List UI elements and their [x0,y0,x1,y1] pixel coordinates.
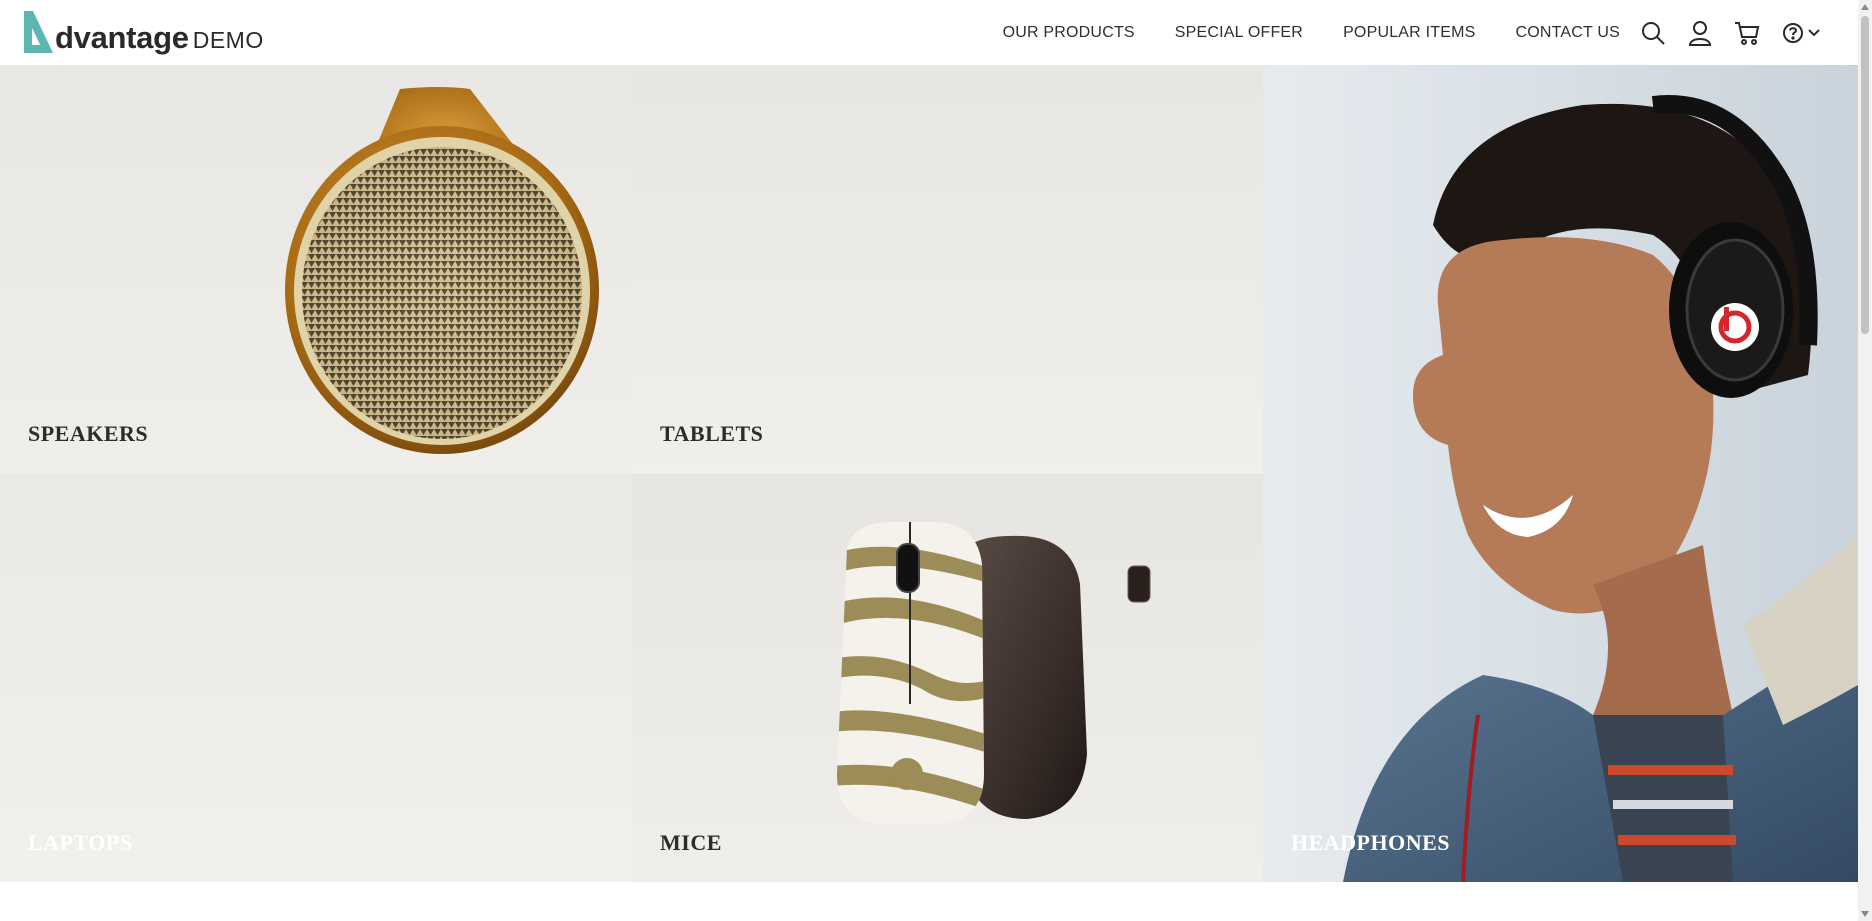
category-label: SPEAKERS [28,421,149,446]
main-nav: OUR PRODUCTS SPECIAL OFFER POPULAR ITEMS… [1003,0,1620,65]
page-bottom-area [0,882,1858,921]
category-tile-tablets[interactable]: TABLETS [632,65,1263,474]
cart-icon[interactable] [1734,20,1760,46]
vertical-scrollbar[interactable] [1858,0,1872,921]
category-label: HEADPHONES [1291,830,1451,855]
scrollbar-thumb[interactable] [1861,16,1869,334]
chevron-down-icon [1808,28,1820,36]
help-menu[interactable] [1782,22,1820,44]
headphones-model-image [1263,65,1858,882]
category-label: TABLETS [660,421,764,446]
help-icon [1783,22,1803,43]
nav-our-products[interactable]: OUR PRODUCTS [1003,24,1135,42]
search-icon[interactable] [1640,20,1666,46]
logo-mark-icon [22,9,56,55]
nav-contact-us[interactable]: CONTACT US [1515,24,1620,42]
category-tile-speakers[interactable]: SPEAKERS [0,65,632,474]
user-icon[interactable] [1688,20,1712,46]
category-label: LAPTOPS [28,830,133,855]
header-icons [1640,0,1820,65]
scroll-down-arrow-icon[interactable] [1861,911,1869,917]
scroll-up-arrow-icon[interactable] [1861,4,1869,10]
category-label: MICE [660,830,722,855]
category-tile-mice[interactable]: MICE [632,474,1263,882]
speaker-image [285,87,599,454]
category-tile-headphones[interactable]: HEADPHONES [1263,65,1858,882]
category-tile-laptops[interactable]: LAPTOPS [0,474,632,882]
nav-special-offer[interactable]: SPECIAL OFFER [1175,24,1303,42]
logo-suffix: DEMO [192,27,264,53]
brand-logo[interactable]: dvantage DEMO [22,9,264,55]
mice-image [837,522,1151,824]
nav-popular-items[interactable]: POPULAR ITEMS [1343,24,1475,42]
logo-word: dvantage [55,20,189,55]
site-header: dvantage DEMO OUR PRODUCTS SPECIAL OFFER… [0,0,1858,65]
